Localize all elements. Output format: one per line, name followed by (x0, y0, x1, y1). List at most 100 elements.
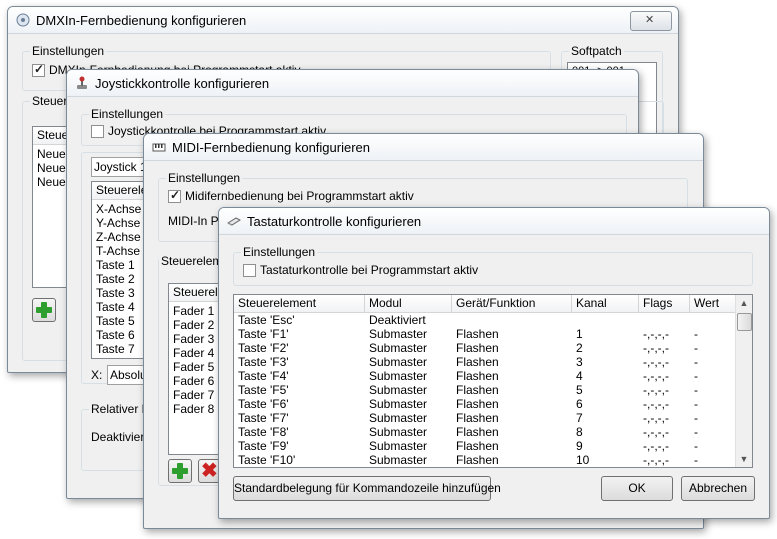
keyboard-titlebar[interactable]: Tastaturkontrolle konfigurieren (219, 208, 769, 235)
cell-module: Deaktiviert (369, 313, 426, 327)
cell-flags: -,-,-,- (643, 411, 669, 425)
table-row[interactable]: Taste 'F8' Submaster Flashen 8 -,-,-,- - (234, 425, 752, 439)
cell-module: Submaster (369, 453, 428, 467)
cell-element: Taste 'F3' (238, 355, 289, 369)
cell-module: Submaster (369, 411, 428, 425)
list-item[interactable]: T-Achse (96, 244, 140, 258)
scroll-up-icon[interactable]: ▲ (736, 295, 752, 311)
cell-channel: 3 (576, 355, 583, 369)
table-row[interactable]: Taste 'F3' Submaster Flashen 3 -,-,-,- - (234, 355, 752, 369)
joystick-select-value: Joystick 1 (94, 160, 147, 174)
table-row[interactable]: Taste 'F5' Submaster Flashen 5 -,-,-,- - (234, 383, 752, 397)
list-item[interactable]: Fader 2 (173, 318, 214, 332)
list-item[interactable]: Fader 5 (173, 360, 214, 374)
list-item[interactable]: Fader 1 (173, 304, 214, 318)
list-item[interactable]: Fader 7 (173, 388, 214, 402)
cell-channel: 1 (576, 327, 583, 341)
dmx-close-button[interactable] (630, 11, 672, 31)
cell-device: Flashen (456, 355, 499, 369)
midi-in-port-label: MIDI-In Po (168, 214, 226, 228)
cell-module: Submaster (369, 327, 428, 341)
cell-element: Taste 'F10' (238, 453, 296, 467)
cell-channel: 4 (576, 369, 583, 383)
list-item[interactable]: Taste 6 (96, 328, 135, 342)
midi-startup-checkbox[interactable] (168, 188, 181, 203)
list-item[interactable]: Z-Achse (96, 230, 141, 244)
cell-value (690, 313, 694, 327)
cancel-button[interactable]: Abbrechen (681, 476, 755, 501)
cell-channel: 6 (576, 397, 583, 411)
scroll-thumb[interactable] (737, 313, 752, 331)
cell-value: - (694, 383, 698, 397)
table-row[interactable]: Taste 'F6' Submaster Flashen 6 -,-,-,- - (234, 397, 752, 411)
table-row[interactable]: Taste 'F1' Submaster Flashen 1 -,-,-,- - (234, 327, 752, 341)
keyboard-window-title: Tastaturkontrolle konfigurieren (247, 214, 422, 229)
cell-element: Taste 'F5' (238, 383, 289, 397)
column-header-element[interactable]: Steuerelement (234, 295, 365, 312)
cell-module: Submaster (369, 369, 428, 383)
ok-button[interactable]: OK (601, 476, 673, 501)
joystick-x-value: Absolu (110, 368, 147, 382)
cell-element: Taste 'F9' (238, 439, 289, 453)
column-header-channel[interactable]: Kanal (572, 295, 639, 312)
cell-device (452, 313, 456, 327)
dmx-add-button[interactable] (32, 298, 56, 322)
dmx-app-icon (16, 13, 30, 27)
keyboard-startup-checkbox[interactable] (243, 264, 256, 277)
cell-value: - (694, 369, 698, 383)
list-item[interactable]: Y-Achse (96, 216, 140, 230)
list-item[interactable]: Fader 4 (173, 346, 214, 360)
table-row[interactable]: Taste 'Esc' Deaktiviert (234, 313, 752, 327)
column-header-module[interactable]: Modul (365, 295, 452, 312)
cell-device: Flashen (456, 453, 499, 467)
softpatch-label: Softpatch (569, 44, 624, 58)
dmx-startup-checkbox[interactable] (32, 62, 45, 77)
list-item[interactable]: Fader 6 (173, 374, 214, 388)
midi-add-button[interactable] (168, 459, 192, 483)
column-header-device[interactable]: Gerät/Funktion (452, 295, 572, 312)
list-item[interactable]: Taste 3 (96, 286, 135, 300)
midi-titlebar[interactable]: MIDI-Fernbedienung konfigurieren (144, 134, 703, 161)
cell-module: Submaster (369, 355, 428, 369)
list-item[interactable]: Taste 1 (96, 258, 135, 272)
default-mapping-button[interactable]: Standardbelegung für Kommandozeile hinzu… (233, 476, 501, 501)
list-item[interactable]: X-Achse (96, 202, 141, 216)
cell-flags: -,-,-,- (643, 383, 669, 397)
column-header-value[interactable]: Wert (690, 295, 737, 312)
cell-device: Flashen (456, 439, 499, 453)
cell-element: Taste 'F8' (238, 425, 289, 439)
column-header-flags[interactable]: Flags (639, 295, 690, 312)
cell-flags: -,-,-,- (643, 355, 669, 369)
cell-flags: -,-,-,- (643, 397, 669, 411)
cell-value: - (694, 397, 698, 411)
cell-element: Taste 'Esc' (238, 313, 295, 327)
cell-channel: 8 (576, 425, 583, 439)
list-item[interactable]: Taste 2 (96, 272, 135, 286)
list-item[interactable]: Fader 3 (173, 332, 214, 346)
table-row[interactable]: Taste 'F7' Submaster Flashen 7 -,-,-,- - (234, 411, 752, 425)
keyboard-controls-table[interactable]: Steuerelement Modul Gerät/Funktion Kanal… (233, 294, 753, 468)
midi-startup-label: Midifernbedienung bei Programmstart akti… (185, 189, 414, 203)
cell-element: Taste 'F2' (238, 341, 289, 355)
list-item[interactable]: Taste 7 (96, 342, 135, 356)
table-vertical-scrollbar[interactable]: ▲ ▼ (735, 295, 752, 467)
cell-value: - (694, 341, 698, 355)
list-item[interactable]: Fader 8 (173, 402, 214, 416)
cell-element: Taste 'F1' (238, 327, 289, 341)
table-row[interactable]: Taste 'F9' Submaster Flashen 9 -,-,-,- - (234, 439, 752, 453)
list-item[interactable]: Taste 4 (96, 300, 135, 314)
list-item[interactable]: Taste 5 (96, 314, 135, 328)
scroll-down-icon[interactable]: ▼ (736, 451, 752, 467)
joystick-window-title: Joystickkontrolle konfigurieren (95, 76, 270, 91)
table-row[interactable]: Taste 'F2' Submaster Flashen 2 -,-,-,- - (234, 341, 752, 355)
cell-channel: 9 (576, 439, 583, 453)
joystick-titlebar[interactable]: Joystickkontrolle konfigurieren (67, 70, 638, 97)
cell-value: - (694, 425, 698, 439)
cell-device: Flashen (456, 327, 499, 341)
table-row[interactable]: Taste 'F4' Submaster Flashen 4 -,-,-,- - (234, 369, 752, 383)
table-row[interactable]: Taste 'F10' Submaster Flashen 10 -,-,-,-… (234, 453, 752, 467)
midi-icon (152, 143, 166, 152)
joystick-startup-checkbox[interactable] (91, 125, 104, 138)
dmx-titlebar[interactable]: DMXIn-Fernbedienung konfigurieren (8, 7, 678, 34)
dmx-window-title: DMXIn-Fernbedienung konfigurieren (36, 13, 247, 28)
